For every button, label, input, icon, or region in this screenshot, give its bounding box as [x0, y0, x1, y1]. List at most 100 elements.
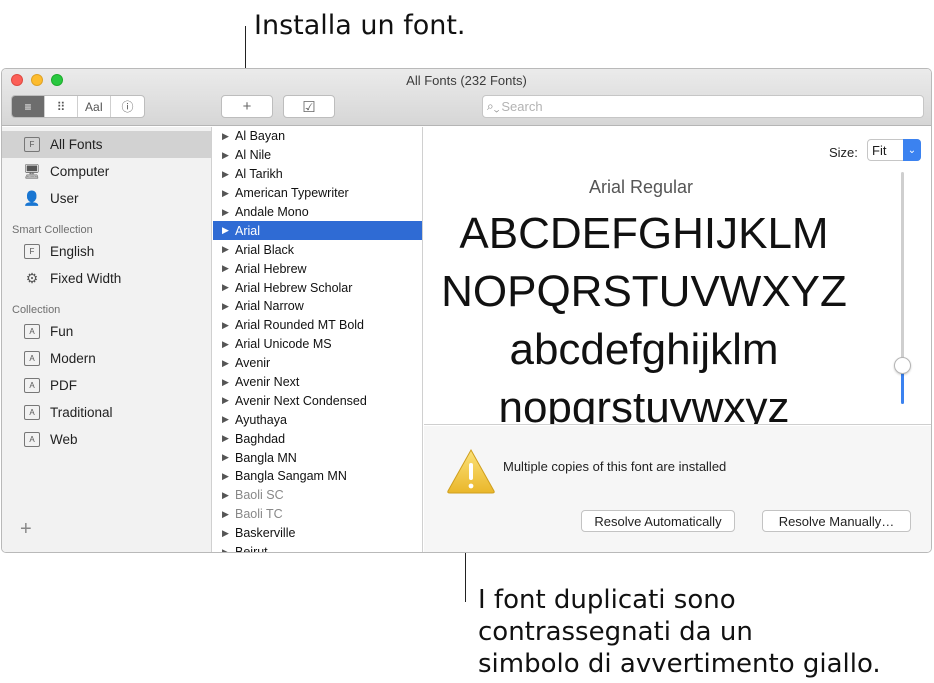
disclosure-triangle-icon[interactable]: ▶: [222, 358, 235, 369]
sidebar-item-label: Traditional: [50, 405, 113, 420]
sidebar-item-traditional[interactable]: A Traditional: [2, 399, 211, 426]
resolve-manually-button[interactable]: Resolve Manually…: [762, 510, 911, 532]
callout-line-2: contrassegnati da un: [478, 617, 753, 647]
font-list-item[interactable]: ▶ Arial Narrow: [213, 297, 422, 316]
callout-line-1: I font duplicati sono: [478, 585, 736, 615]
sample-view-icon[interactable]: ≡: [12, 96, 45, 117]
font-family-label: Al Bayan: [235, 129, 286, 144]
disclosure-triangle-icon[interactable]: ▶: [222, 282, 235, 293]
sidebar-item-user[interactable]: 👤 User: [2, 185, 211, 212]
sidebar-item-label: Computer: [50, 164, 110, 179]
sidebar-item-all-fonts[interactable]: F All Fonts: [2, 131, 211, 158]
collection-icon: A: [24, 432, 40, 447]
collection-icon: A: [24, 378, 40, 393]
search-field[interactable]: ⌕⌄ Search: [482, 95, 924, 118]
disclosure-triangle-icon[interactable]: ▶: [222, 244, 235, 255]
disclosure-triangle-icon[interactable]: ▶: [222, 490, 235, 501]
font-list-item[interactable]: ▶ Avenir Next: [213, 373, 422, 392]
size-label: Size:: [829, 145, 858, 160]
custom-preview-icon[interactable]: AaI: [78, 96, 111, 117]
font-family-label: Arial Hebrew: [235, 261, 307, 276]
font-list-item[interactable]: ▶ Beirut: [213, 543, 422, 553]
font-family-label: Beirut: [235, 545, 268, 553]
font-list-item[interactable]: ▶ Avenir Next Condensed: [213, 391, 422, 410]
sidebar-item-english[interactable]: F English: [2, 238, 211, 265]
sidebar-item-web[interactable]: A Web: [2, 426, 211, 453]
disclosure-triangle-icon[interactable]: ▶: [222, 509, 235, 520]
font-list-item[interactable]: ▶ Al Nile: [213, 146, 422, 165]
font-list-item[interactable]: ▶ Arial Rounded MT Bold: [213, 316, 422, 335]
window-title: All Fonts (232 Fonts): [406, 73, 527, 88]
font-list-item[interactable]: ▶ Arial Unicode MS: [213, 335, 422, 354]
preview-line-lower-2: nopqrstuvwxyz: [498, 383, 790, 425]
disclosure-triangle-icon[interactable]: ▶: [222, 188, 235, 199]
font-family-label: Baskerville: [235, 526, 296, 541]
disclosure-triangle-icon[interactable]: ▶: [222, 301, 235, 312]
sidebar-item-modern[interactable]: A Modern: [2, 345, 211, 372]
disclosure-triangle-icon[interactable]: ▶: [222, 320, 235, 331]
disclosure-triangle-icon[interactable]: ▶: [222, 547, 235, 552]
font-family-label: Baoli SC: [235, 488, 284, 503]
disclosure-triangle-icon[interactable]: ▶: [222, 452, 235, 463]
font-list-item[interactable]: ▶ Al Tarikh: [213, 165, 422, 184]
disclosure-triangle-icon[interactable]: ▶: [222, 528, 235, 539]
collection-heading: Collection: [12, 304, 61, 316]
disclosure-triangle-icon[interactable]: ▶: [222, 433, 235, 444]
font-list-item[interactable]: ▶ Baoli TC: [213, 505, 422, 524]
disclosure-triangle-icon[interactable]: ▶: [222, 377, 235, 388]
font-list-item[interactable]: ▶ Arial Hebrew Scholar: [213, 278, 422, 297]
font-family-label: Arial Unicode MS: [235, 337, 332, 352]
size-slider-knob[interactable]: [894, 357, 911, 374]
disclosure-triangle-icon[interactable]: ▶: [222, 263, 235, 274]
grid-view-icon[interactable]: ⠿: [45, 96, 78, 117]
sidebar-item-computer[interactable]: 🖥 Computer: [2, 158, 211, 185]
sidebar-item-label: All Fonts: [50, 137, 103, 152]
font-list-item[interactable]: ▶ Andale Mono: [213, 203, 422, 222]
disclosure-triangle-icon[interactable]: ▶: [222, 414, 235, 425]
font-list-item[interactable]: ▶ Al Bayan: [213, 127, 422, 146]
disclosure-triangle-icon[interactable]: ▶: [222, 339, 235, 350]
chevron-down-icon: ⌄: [903, 139, 921, 161]
sidebar-item-fixed-width[interactable]: ⚙ Fixed Width: [2, 265, 211, 292]
disclosure-triangle-icon[interactable]: ▶: [222, 150, 235, 161]
sidebar-item-pdf[interactable]: A PDF: [2, 372, 211, 399]
search-placeholder: Search: [501, 99, 543, 114]
plus-icon: +: [242, 98, 252, 115]
computer-icon: 🖥: [23, 163, 41, 179]
disclosure-triangle-icon[interactable]: ▶: [222, 471, 235, 482]
size-select[interactable]: Fit ⌄: [867, 139, 921, 161]
font-family-label: Arial Hebrew Scholar: [235, 280, 353, 295]
font-family-label: Arial Narrow: [235, 299, 304, 314]
font-list-item[interactable]: ▶ Arial Hebrew: [213, 259, 422, 278]
smart-collection-heading: Smart Collection: [12, 224, 93, 236]
font-list: ▶ Al Bayan ▶ Al Nile ▶ Al Tarikh ▶ American Typ…: [213, 127, 423, 553]
font-list-item[interactable]: ▶ Baoli SC: [213, 486, 422, 505]
font-list-item[interactable]: ▶ Baghdad: [213, 429, 422, 448]
font-family-label: Arial Black: [235, 242, 295, 257]
font-list-item[interactable]: ▶ American Typewriter: [213, 184, 422, 203]
collection-icon: A: [24, 351, 40, 366]
disclosure-triangle-icon[interactable]: ▶: [222, 225, 235, 236]
sidebar-item-label: Fixed Width: [50, 271, 122, 286]
add-collection-button[interactable]: +: [20, 518, 32, 541]
disclosure-triangle-icon[interactable]: ▶: [222, 131, 235, 142]
font-list-item[interactable]: ▶ Baskerville: [213, 524, 422, 543]
sidebar-item-label: Fun: [50, 324, 74, 339]
font-list-item[interactable]: ▶ Ayuthaya: [213, 410, 422, 429]
font-list-item[interactable]: ▶ Arial: [213, 221, 422, 241]
font-list-item[interactable]: ▶ Avenir: [213, 354, 422, 373]
disclosure-triangle-icon[interactable]: ▶: [222, 207, 235, 218]
info-icon[interactable]: ⓘ: [111, 96, 144, 117]
validate-font-button[interactable]: ☑: [283, 95, 335, 118]
disclosure-triangle-icon[interactable]: ▶: [222, 395, 235, 406]
sidebar-item-fun[interactable]: A Fun: [2, 318, 211, 345]
warning-message: Multiple copies of this font are install…: [503, 459, 727, 474]
resolve-automatically-button[interactable]: Resolve Automatically: [581, 510, 735, 532]
font-list-item[interactable]: ▶ Bangla MN: [213, 448, 422, 467]
font-family-label: Al Tarikh: [235, 167, 283, 182]
font-list-item[interactable]: ▶ Arial Black: [213, 240, 422, 259]
disclosure-triangle-icon[interactable]: ▶: [222, 169, 235, 180]
font-family-label: Arial Rounded MT Bold: [235, 318, 365, 333]
font-list-item[interactable]: ▶ Bangla Sangam MN: [213, 467, 422, 486]
add-font-button[interactable]: +: [221, 95, 273, 118]
